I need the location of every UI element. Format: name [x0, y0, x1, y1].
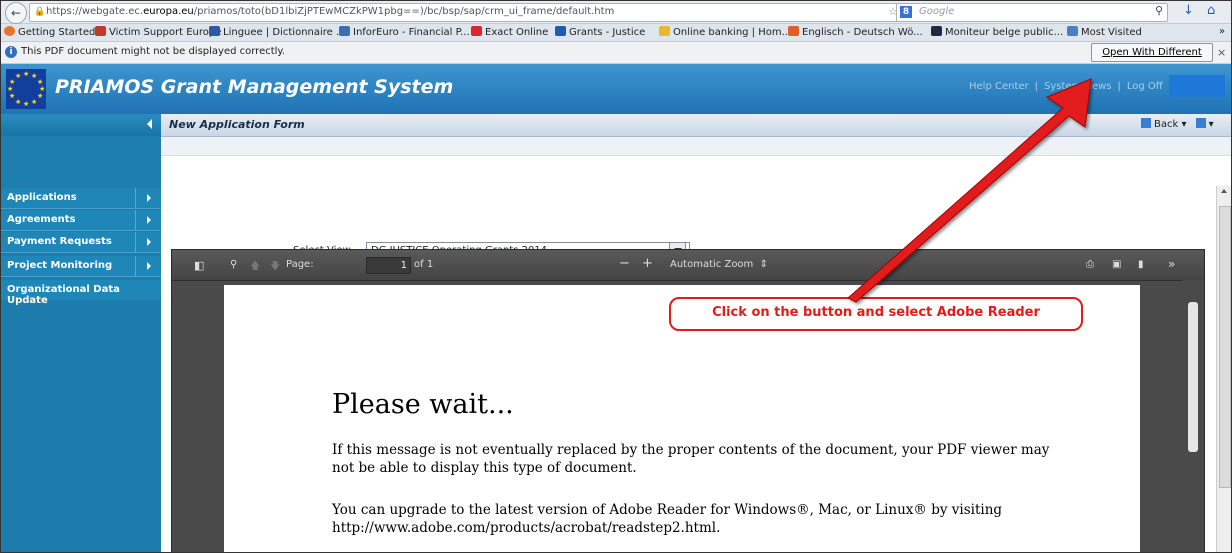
- browser-window: ← 🔒 https://webgate.ec.europa.eu/priamos…: [0, 0, 1232, 553]
- annotation-arrow-icon: [847, 78, 1092, 303]
